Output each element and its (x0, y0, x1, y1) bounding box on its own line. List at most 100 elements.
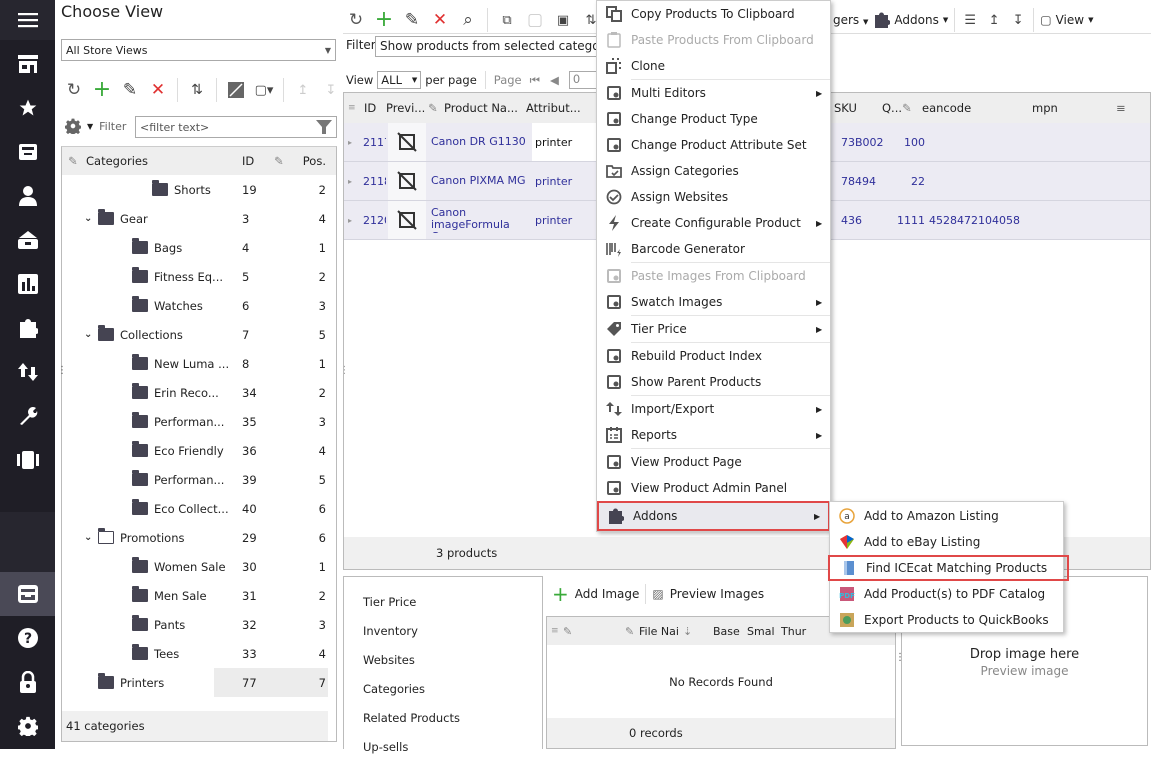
menu-item[interactable]: Copy Products To Clipboard (597, 1, 830, 27)
row-expander-icon[interactable]: ▸ (344, 177, 360, 186)
col-attribute[interactable]: Attribut... (526, 101, 592, 115)
submenu-item[interactable]: a Add to Amazon Listing (830, 503, 1063, 529)
sidebar-help[interactable]: ? (0, 616, 55, 660)
category-row[interactable]: Shorts 19 2 (62, 175, 336, 204)
category-row[interactable]: Bags 4 1 (62, 233, 336, 262)
sidebar-addons[interactable] (0, 306, 55, 350)
col-mpn[interactable]: mpn (1032, 101, 1116, 115)
col-small[interactable]: Smal (747, 625, 781, 638)
menu-item[interactable]: Assign Websites (597, 184, 830, 210)
first-page-icon[interactable]: ⏮ (530, 73, 540, 88)
details-tab[interactable]: Categories (344, 674, 542, 703)
sidebar-favorites[interactable] (0, 86, 55, 130)
sidebar-inbox[interactable] (0, 130, 55, 174)
category-row[interactable]: Eco Friendly 36 4 (62, 436, 336, 465)
menu-item[interactable]: Paste Products From Clipboard (597, 27, 830, 53)
sidebar-inbox-active[interactable] (0, 572, 55, 616)
sidebar-import-export[interactable] (0, 350, 55, 394)
edit-icon[interactable]: ✎ (403, 11, 421, 29)
add-icon[interactable]: + (93, 79, 111, 101)
row-expander-icon[interactable]: ▸ (344, 216, 360, 225)
per-page-select[interactable]: ALL ▼ (377, 71, 422, 89)
menu-item[interactable]: Assign Categories (597, 158, 830, 184)
sidebar-tools[interactable] (0, 394, 55, 438)
menu-item[interactable]: Import/Export ▶ (597, 396, 830, 422)
col-pos[interactable]: Pos. (296, 154, 326, 168)
menu-item[interactable]: Tier Price ▶ (597, 316, 830, 342)
menu-item[interactable]: Barcode Generator (597, 236, 830, 262)
menu-item[interactable]: Reports ▶ (597, 422, 830, 448)
row-expander-icon[interactable]: ▸ (344, 138, 360, 147)
sort-icon[interactable]: ☰ (961, 11, 979, 29)
category-row[interactable]: Performan... 35 3 (62, 407, 336, 436)
move-up-icon[interactable]: ↥ (985, 11, 1003, 29)
category-row[interactable]: ⌄ Gear 3 4 (62, 204, 336, 233)
submenu-item[interactable]: Export Products to QuickBooks (830, 607, 1063, 633)
product-filter-select[interactable]: Show products from selected categories (375, 36, 605, 57)
col-id[interactable]: ID (364, 101, 386, 115)
preview-dropdown-icon[interactable]: ▢▾ (255, 81, 274, 99)
menu-item[interactable]: Rebuild Product Index (597, 343, 830, 369)
category-row[interactable]: Pants 32 3 (62, 610, 336, 639)
addons-menu[interactable]: Addons ▼ (874, 12, 948, 28)
category-row[interactable]: Women Sale 30 1 (62, 552, 336, 581)
category-row[interactable]: Watches 6 3 (62, 291, 336, 320)
sidebar-lock[interactable] (0, 660, 55, 704)
menu-item[interactable]: View Product Admin Panel (597, 475, 830, 501)
col-thumbnail[interactable]: Thur (781, 625, 811, 638)
submenu-item[interactable]: Add to eBay Listing (830, 529, 1063, 555)
sidebar-reports[interactable] (0, 262, 55, 306)
menu-item[interactable]: Swatch Images ▶ (597, 289, 830, 315)
menu-item[interactable]: Multi Editors ▶ (597, 80, 830, 106)
paste-icon[interactable]: ▢ (526, 11, 544, 29)
clone-icon[interactable]: ▣ (554, 11, 572, 29)
menu-item[interactable]: Change Product Attribute Set (597, 132, 830, 158)
menu-item[interactable]: Paste Images From Clipboard (597, 263, 830, 289)
menu-item[interactable]: Show Parent Products (597, 369, 830, 395)
delete-icon[interactable]: ✕ (149, 81, 167, 99)
sidebar-customers[interactable] (0, 174, 55, 218)
chevron-down-icon[interactable]: ⌄ (84, 329, 98, 340)
delete-icon[interactable]: ✕ (431, 11, 449, 29)
col-categories[interactable]: Categories (82, 154, 242, 168)
refresh-icon[interactable]: ↻ (65, 81, 83, 99)
col-file-name[interactable]: File Nai (639, 625, 683, 638)
menu-item[interactable]: Create Configurable Product ▶ (597, 210, 830, 236)
gear-icon[interactable] (65, 118, 81, 134)
edit-icon[interactable]: ✎ (121, 81, 139, 99)
category-row[interactable]: Printers 77 7 (62, 668, 336, 697)
sidebar-store[interactable] (0, 42, 55, 86)
move-down-icon[interactable]: ↧ (322, 81, 340, 99)
details-tab[interactable]: Up-sells (344, 732, 542, 761)
category-row[interactable]: Men Sale 31 2 (62, 581, 336, 610)
details-tab[interactable]: Tier Price (344, 587, 542, 616)
category-row[interactable]: ⌄ Promotions 29 6 (62, 523, 336, 552)
refresh-icon[interactable]: ↻ (347, 11, 365, 29)
sort-lines-icon[interactable]: ≡ (1116, 101, 1126, 115)
view-menu[interactable]: ▢ View ▼ (1040, 13, 1093, 27)
menu-item[interactable]: Clone (597, 53, 830, 79)
prev-page-icon[interactable]: ◀ (550, 73, 559, 87)
column-chooser-icon[interactable]: ≡ (547, 626, 563, 636)
search-icon[interactable]: ⌕ (459, 11, 477, 29)
chevron-down-icon[interactable]: ⌄ (84, 532, 98, 543)
sidebar-orders[interactable] (0, 218, 55, 262)
col-product-name[interactable]: Product Na... (444, 101, 526, 115)
add-icon[interactable]: + (375, 9, 393, 31)
details-tab[interactable]: Websites (344, 645, 542, 674)
splitter-handle[interactable]: ⋮ (57, 365, 67, 376)
col-eancode[interactable]: eancode (922, 101, 1032, 115)
details-tab[interactable]: Related Products (344, 703, 542, 732)
submenu-item[interactable]: PDF Add Product(s) to PDF Catalog (830, 581, 1063, 607)
expand-collapse-icon[interactable] (227, 81, 245, 99)
category-row[interactable]: Erin Reco... 34 2 (62, 378, 336, 407)
menu-item[interactable]: Addons ▶ (597, 501, 830, 531)
store-view-select[interactable]: All Store Views ▼ (61, 39, 336, 61)
move-down-icon[interactable]: ↧ (1009, 11, 1027, 29)
sort-icon[interactable]: ⇣ (683, 625, 713, 638)
category-row[interactable]: Fitness Eq... 5 2 (62, 262, 336, 291)
category-row[interactable]: Performan... 39 5 (62, 465, 336, 494)
menu-item[interactable]: View Product Page (597, 449, 830, 475)
preview-images-button[interactable]: Preview Images (670, 587, 764, 601)
copy-icon[interactable]: ⧉ (498, 11, 516, 29)
